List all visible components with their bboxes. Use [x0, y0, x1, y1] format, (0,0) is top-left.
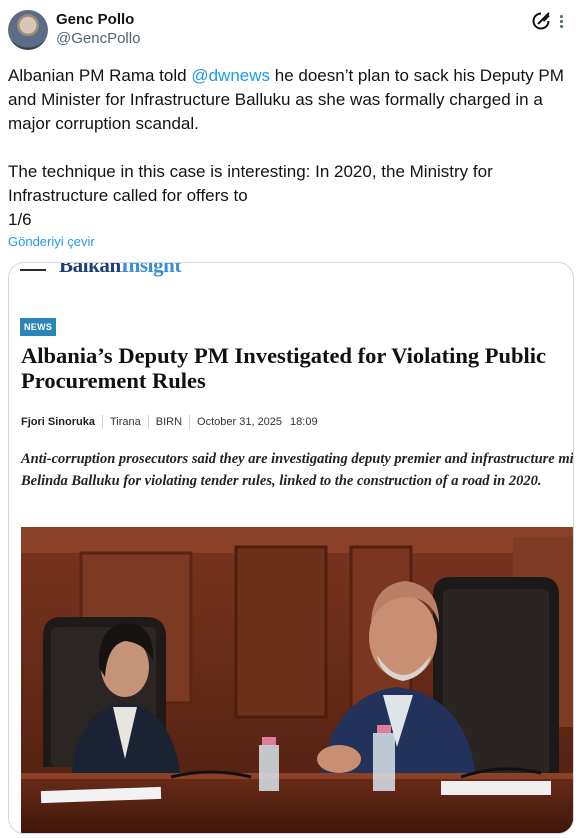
tweet-text-part: Albanian PM Rama told — [8, 66, 192, 85]
byline-time: 18:09 — [290, 416, 318, 428]
byline-divider — [147, 415, 149, 429]
mention-link[interactable]: @dwnews — [191, 66, 270, 85]
byline-divider — [101, 415, 103, 429]
article-headline: Albania’s Deputy PM Investigated for Vio… — [21, 343, 547, 393]
article-lede: Anti-corruption prosecutors said they ar… — [21, 451, 574, 489]
user-handle[interactable]: @GencPollo — [56, 29, 140, 49]
tweet-text: Albanian PM Rama told @dwnews he doesn’t… — [8, 64, 574, 232]
parliament-photo — [21, 527, 573, 833]
grok-icon[interactable] — [530, 10, 552, 32]
more-dot — [559, 14, 563, 18]
article-byline: Fjori Sinoruka Tirana BIRN October 31, 2… — [21, 415, 318, 429]
site-logo: BalkanInsight — [59, 262, 182, 278]
grok-icon-graphic — [532, 12, 550, 30]
byline-date: October 31, 2025 — [197, 416, 283, 428]
menu-icon — [20, 263, 46, 273]
translate-link[interactable]: Gönderiyi çevir — [8, 234, 95, 250]
byline-author: Fjori Sinoruka — [21, 416, 95, 428]
article-card[interactable]: BalkanInsight NEWS Albania’s Deputy PM I… — [8, 262, 574, 834]
thread-counter: 1/6 — [8, 210, 32, 229]
user-info[interactable]: Genc Pollo @GencPollo — [56, 10, 140, 49]
tweet-paragraph-1: Albanian PM Rama told @dwnews he doesn’t… — [8, 64, 574, 136]
tweet-header: Genc Pollo @GencPollo — [8, 8, 566, 52]
parliament-photo-graphic — [21, 527, 573, 833]
byline-location: Tirana — [109, 416, 141, 428]
more-options-icon[interactable] — [554, 10, 568, 32]
more-dot — [559, 19, 563, 23]
more-dot — [559, 24, 563, 28]
avatar[interactable] — [8, 10, 48, 50]
byline-divider — [189, 415, 191, 429]
display-name[interactable]: Genc Pollo — [56, 10, 140, 29]
byline-outlet: BIRN — [155, 416, 183, 428]
tweet-paragraph-2: The technique in this case is interestin… — [8, 162, 493, 205]
news-badge: NEWS — [20, 318, 57, 336]
site-logo-prefix: Balkan — [59, 262, 121, 277]
site-logo-suffix: Insight — [120, 262, 182, 277]
